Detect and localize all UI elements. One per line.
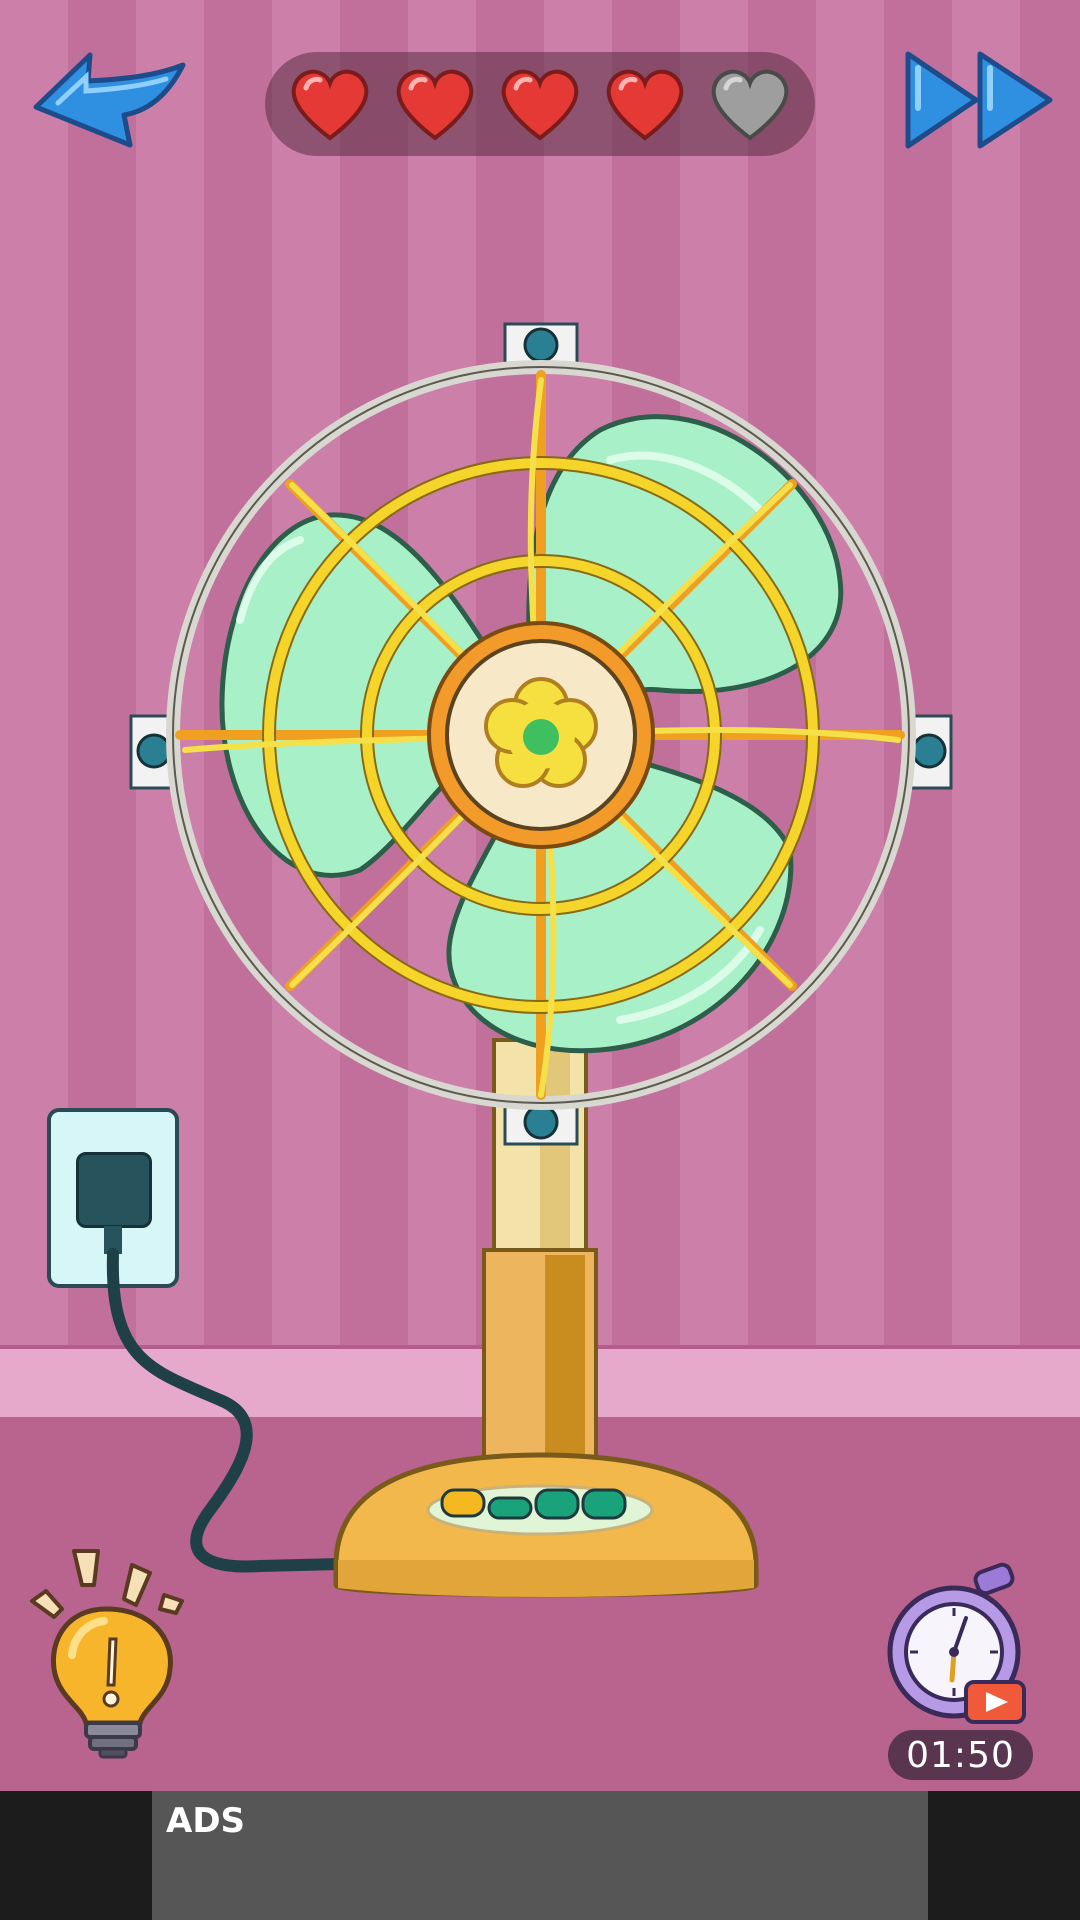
electric-fan[interactable] bbox=[0, 300, 1080, 1620]
stopwatch-button[interactable] bbox=[880, 1560, 1030, 1728]
lightbulb-hint-icon bbox=[30, 1549, 184, 1759]
timer-display: 01:50 bbox=[888, 1730, 1033, 1780]
fan-button-2 bbox=[534, 1488, 580, 1520]
fan-button-1 bbox=[487, 1496, 533, 1520]
ad-content[interactable]: ADS bbox=[152, 1791, 928, 1920]
fan-button-3 bbox=[581, 1488, 627, 1520]
hint-button[interactable] bbox=[28, 1545, 198, 1760]
ad-label: ADS bbox=[166, 1801, 246, 1841]
stopwatch-video-icon bbox=[887, 1562, 1026, 1724]
fan-button-off bbox=[440, 1488, 486, 1518]
ad-banner[interactable]: ADS bbox=[0, 1791, 1080, 1920]
